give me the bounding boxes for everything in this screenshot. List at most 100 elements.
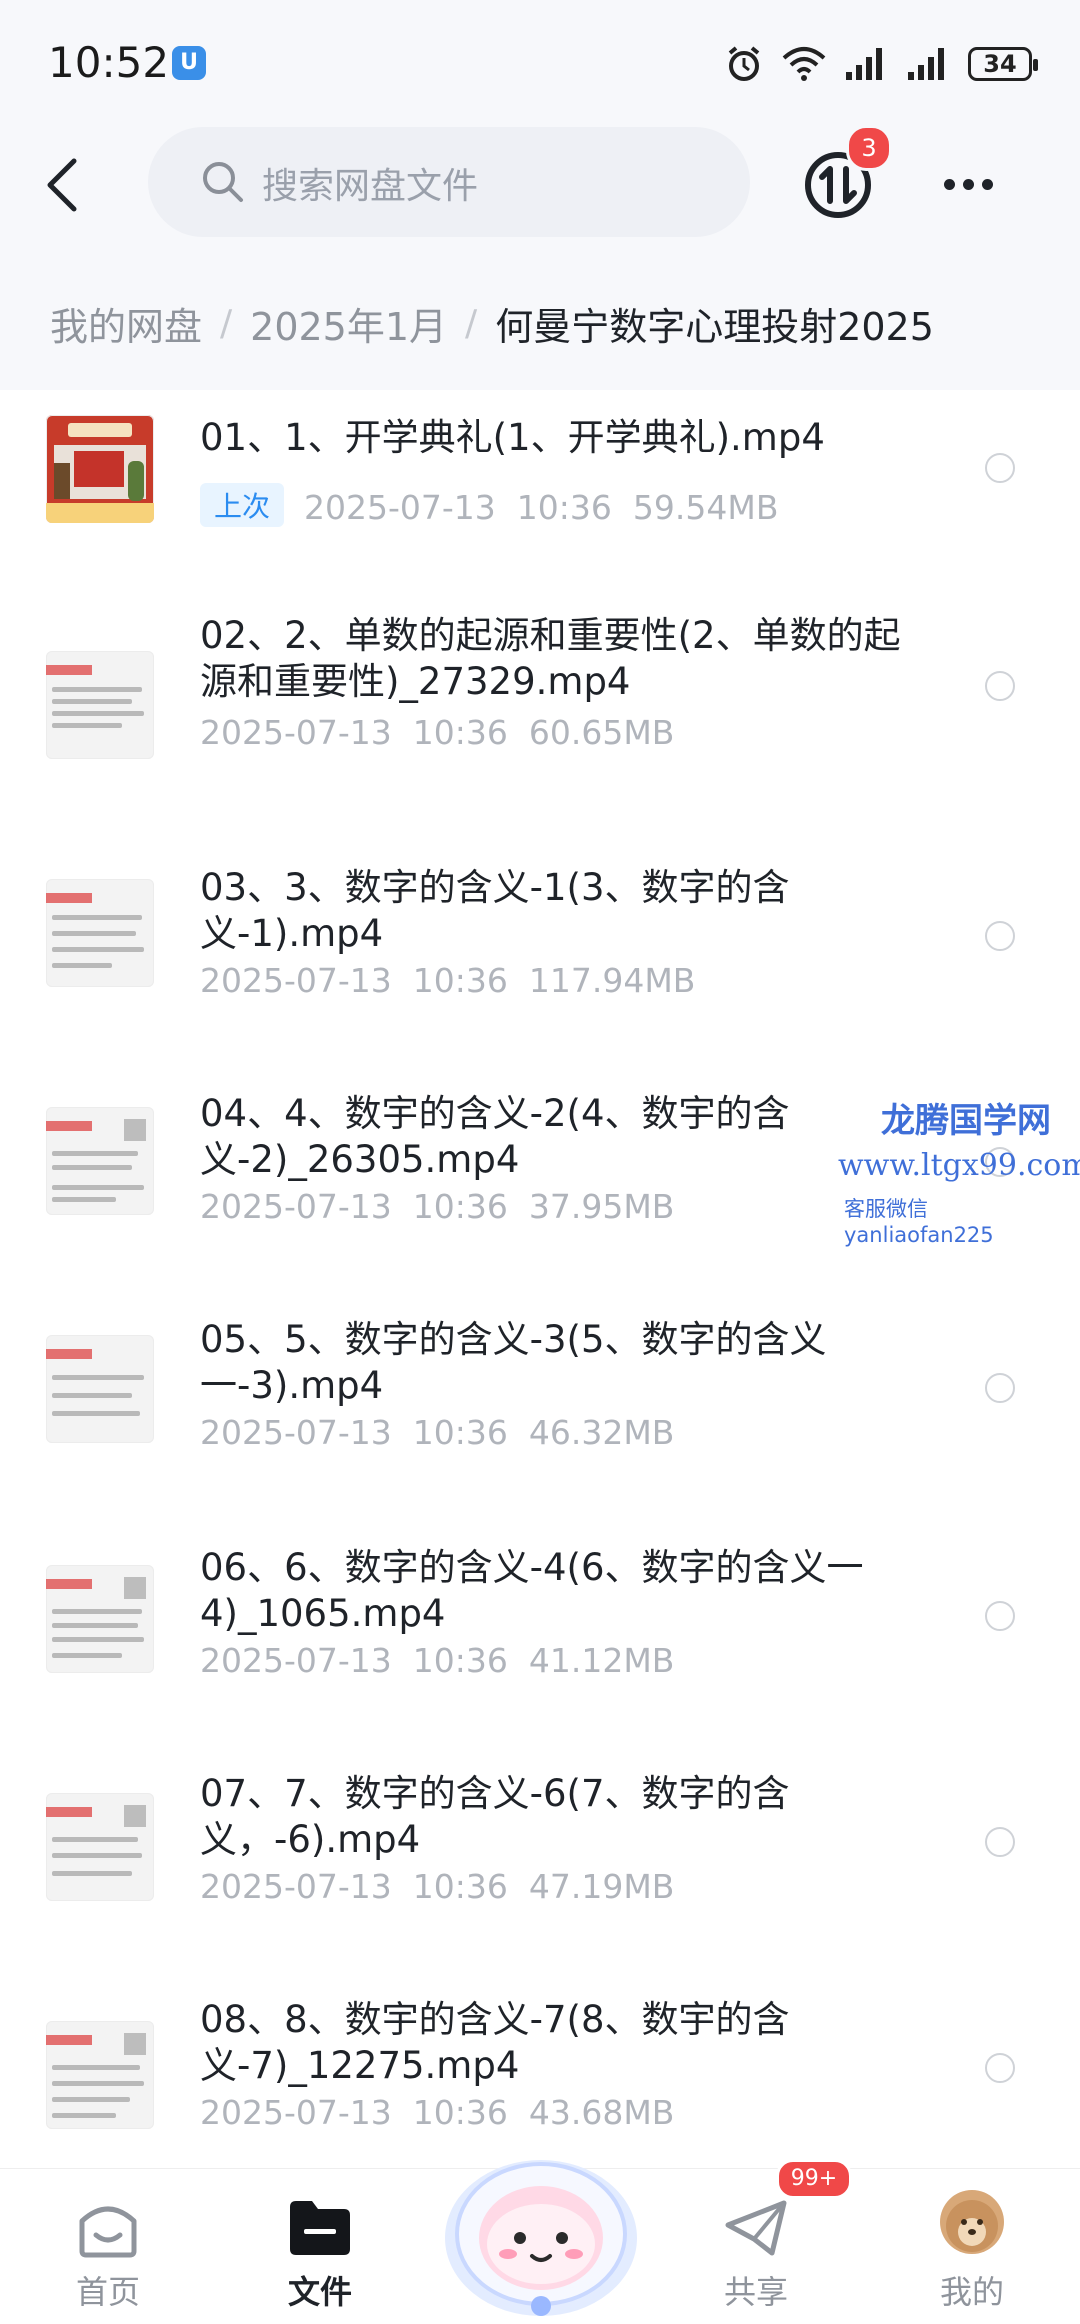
- video-thumbnail: [46, 1565, 154, 1673]
- file-meta: 2025-07-13 10:36 37.95MB: [200, 1187, 674, 1226]
- app-notification-icon: U: [172, 46, 206, 80]
- video-thumbnail: [46, 879, 154, 987]
- file-time: 10:36: [412, 1413, 508, 1452]
- nav-home[interactable]: 首页: [28, 2169, 188, 2324]
- file-date: 2025-07-13: [200, 1187, 392, 1226]
- chevron-left-icon: [47, 158, 77, 212]
- select-checkbox[interactable]: [985, 1601, 1015, 1631]
- share-count-badge: 99+: [776, 2159, 852, 2199]
- file-date: 2025-07-13: [304, 488, 496, 527]
- nav-share-label: 共享: [723, 2273, 788, 2311]
- breadcrumb-current: 何曼宁数字心理投射2025: [495, 305, 934, 349]
- top-bar: 搜索网盘文件 3: [0, 125, 1080, 245]
- signal-icon-1: [846, 48, 882, 80]
- file-meta: 2025-07-13 10:36 47.19MB: [200, 1867, 674, 1906]
- select-checkbox[interactable]: [985, 2053, 1015, 2083]
- file-size: 60.65MB: [528, 713, 675, 752]
- nav-files-label: 文件: [287, 2273, 352, 2311]
- list-item[interactable]: 06、6、数字的含义-4(6、数字的含义一4)_1065.mp4 2025-07…: [0, 1535, 1080, 1763]
- file-meta: 2025-07-13 10:36 46.32MB: [200, 1413, 674, 1452]
- file-name: 03、3、数字的含义-1(3、数字的含义-1).mp4: [200, 866, 790, 955]
- select-checkbox[interactable]: [985, 671, 1015, 701]
- search-placeholder: 搜索网盘文件: [262, 166, 479, 207]
- status-icons: 34: [724, 42, 1038, 86]
- file-list: 01、1、开学典礼(1、开学典礼).mp4 上次 2025-07-13 10:36…: [0, 395, 1080, 2219]
- paper-plane-icon: [725, 2200, 787, 2256]
- battery-indicator: 34: [968, 47, 1038, 81]
- more-dot-icon: [963, 179, 974, 190]
- video-thumbnail: [46, 1793, 154, 1901]
- file-name: 02、2、单数的起源和重要性(2、单数的起源和重要性)_27329.mp4: [200, 614, 901, 703]
- back-button[interactable]: [36, 149, 96, 221]
- file-time: 10:36: [412, 961, 508, 1000]
- breadcrumb-separator: /: [465, 303, 478, 344]
- nav-home-label: 首页: [75, 2273, 140, 2311]
- file-time: 10:36: [412, 1641, 508, 1680]
- list-item[interactable]: 03、3、数字的含义-1(3、数字的含义-1).mp4 2025-07-13 1…: [0, 851, 1080, 1079]
- file-size: 37.95MB: [528, 1187, 675, 1226]
- assistant-mascot-button[interactable]: [432, 2098, 650, 2324]
- file-date: 2025-07-13: [200, 1413, 392, 1452]
- file-time: 10:36: [412, 1867, 508, 1906]
- avatar[interactable]: [940, 2190, 1004, 2254]
- file-date: 2025-07-13: [200, 713, 392, 752]
- file-meta: 2025-07-13 10:36 117.94MB: [200, 961, 695, 1000]
- search-icon: [203, 162, 243, 202]
- breadcrumb-item-my-drive[interactable]: 我的网盘: [50, 296, 202, 351]
- select-checkbox[interactable]: [985, 921, 1015, 951]
- search-input[interactable]: 搜索网盘文件: [148, 127, 750, 237]
- select-checkbox[interactable]: [985, 1373, 1015, 1403]
- app-screen: 10:52 U 34 搜索网盘文件 3 我的网盘 / 2025年1月 / 何曼宁…: [0, 0, 1080, 2324]
- signal-icon-2: [908, 48, 944, 80]
- status-time: 10:52: [48, 38, 170, 87]
- watermark-wechat: 客服微信 yanliaofan225: [844, 1197, 994, 1247]
- file-date: 2025-07-13: [200, 961, 392, 1000]
- breadcrumb: 我的网盘 / 2025年1月 / 何曼宁数字心理投射2025: [50, 296, 934, 351]
- file-meta: 上次 2025-07-13 10:36 59.54MB: [200, 483, 778, 527]
- select-checkbox[interactable]: [985, 453, 1015, 483]
- list-item[interactable]: 05、5、数字的含义-3(5、数字的含义一-3).mp4 2025-07-13 …: [0, 1307, 1080, 1535]
- transfer-count-badge: 3: [846, 125, 892, 171]
- more-options-button[interactable]: [940, 165, 1004, 205]
- list-item[interactable]: 01、1、开学典礼(1、开学典礼).mp4 上次 2025-07-13 10:36…: [0, 395, 1080, 623]
- file-name: 04、4、数宇的含义-2(4、数宇的含义-2)_26305.mp4: [200, 1092, 790, 1181]
- folder-icon: [290, 2201, 350, 2255]
- file-meta: 2025-07-13 10:36 41.12MB: [200, 1641, 674, 1680]
- list-item[interactable]: 02、2、单数的起源和重要性(2、单数的起源和重要性)_27329.mp4 20…: [0, 614, 1080, 851]
- video-thumbnail: [46, 415, 154, 523]
- file-date: 2025-07-13: [200, 2093, 392, 2132]
- file-name: 05、5、数字的含义-3(5、数字的含义一-3).mp4: [200, 1318, 827, 1407]
- file-name: 01、1、开学典礼(1、开学典礼).mp4: [200, 416, 825, 459]
- avatar-face-icon: [946, 2200, 998, 2252]
- select-checkbox[interactable]: [985, 1827, 1015, 1857]
- more-dot-icon: [944, 179, 955, 190]
- watermark-title: 龙腾国学网: [881, 1101, 1051, 1141]
- file-size: 47.19MB: [528, 1867, 675, 1906]
- file-size: 117.94MB: [528, 961, 696, 1000]
- file-size: 41.12MB: [528, 1641, 675, 1680]
- file-time: 10:36: [412, 713, 508, 752]
- last-played-badge: 上次: [200, 483, 285, 527]
- file-time: 10:36: [516, 488, 612, 527]
- mascot-icon: [445, 2160, 637, 2316]
- file-size: 59.54MB: [632, 488, 779, 527]
- file-meta: 2025-07-13 10:36 60.65MB: [200, 713, 674, 752]
- file-time: 10:36: [412, 1187, 508, 1226]
- nav-files[interactable]: 文件: [240, 2169, 400, 2324]
- breadcrumb-separator: /: [220, 303, 233, 344]
- video-thumbnail: [46, 1107, 154, 1215]
- file-date: 2025-07-13: [200, 1867, 392, 1906]
- watermark: 龙腾国学网 www.ltgx99.com 客服微信 yanliaofan225: [838, 1093, 1080, 1247]
- alarm-icon: [728, 46, 760, 81]
- more-dot-icon: [982, 179, 993, 190]
- breadcrumb-item-folder[interactable]: 2025年1月: [250, 296, 447, 351]
- home-icon: [79, 2206, 137, 2258]
- wifi-icon: [782, 47, 826, 81]
- file-name: 07、7、数字的含义-6(7、数字的含义，-6).mp4: [200, 1772, 790, 1861]
- video-thumbnail: [46, 2021, 154, 2129]
- file-name: 08、8、数宇的含义-7(8、数宇的含义-7)_12275.mp4: [200, 1998, 790, 2087]
- video-thumbnail: [46, 651, 154, 759]
- status-bar: 10:52 U 34: [0, 0, 1080, 120]
- file-date: 2025-07-13: [200, 1641, 392, 1680]
- list-item[interactable]: 07、7、数字的含义-6(7、数字的含义，-6).mp4 2025-07-13 …: [0, 1763, 1080, 1991]
